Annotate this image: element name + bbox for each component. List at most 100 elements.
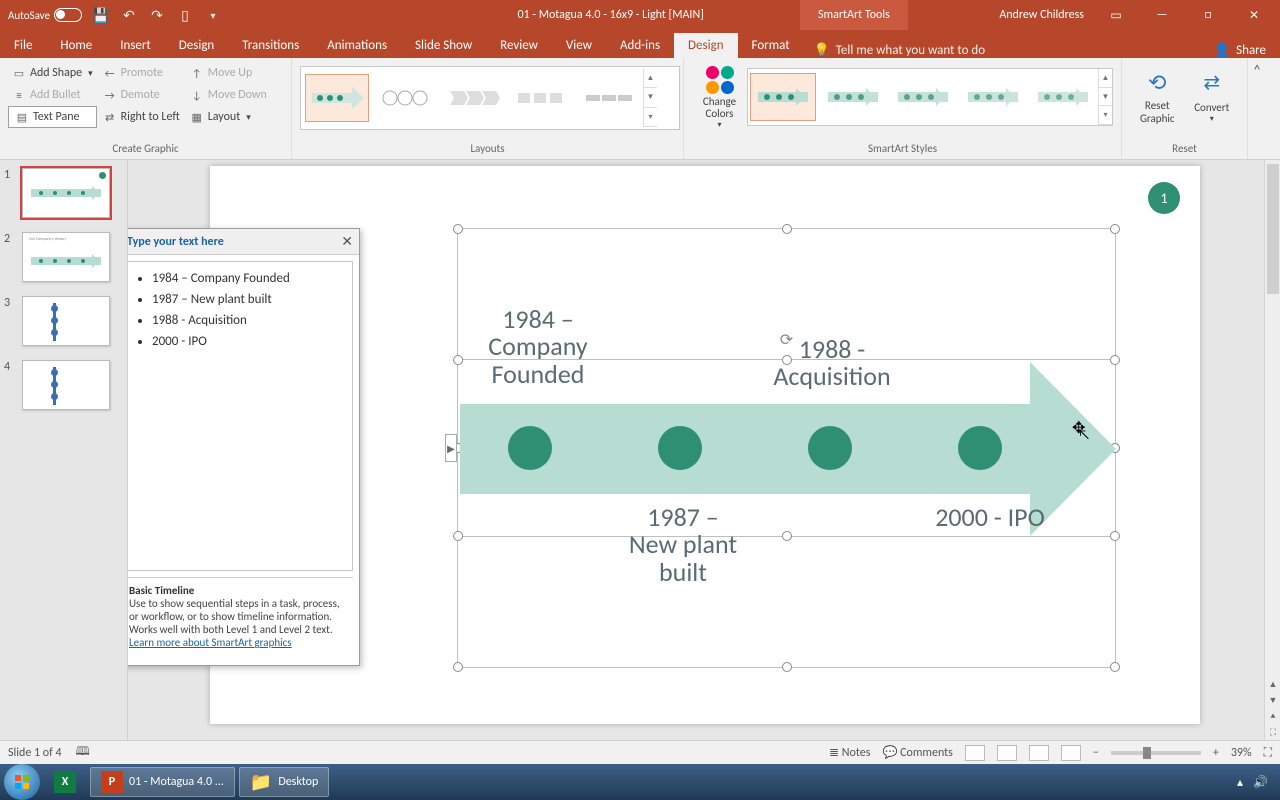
scroll-down-icon[interactable]: ▼: [1265, 692, 1280, 708]
style-option-3[interactable]: [890, 73, 956, 121]
vertical-scrollbar[interactable]: ▲ ▼ ⯅ ⛶: [1264, 160, 1280, 740]
start-button[interactable]: [4, 764, 40, 800]
zoom-level[interactable]: 39%: [1231, 746, 1252, 760]
redo-icon[interactable]: ↷: [148, 6, 166, 24]
tab-smartart-design[interactable]: Design: [674, 33, 737, 58]
slide-sorter-view-button[interactable]: [997, 745, 1017, 761]
textpane-item[interactable]: 2000 - IPO: [152, 331, 346, 352]
fit-to-window-icon[interactable]: ⛶: [1265, 724, 1280, 740]
style-option-2[interactable]: [820, 73, 886, 121]
tab-transitions[interactable]: Transitions: [228, 33, 313, 58]
style-option-4[interactable]: [960, 73, 1026, 121]
layout-option-3[interactable]: [441, 74, 505, 122]
smartart-timeline[interactable]: [460, 404, 1116, 494]
slideshow-view-button[interactable]: [1061, 745, 1081, 761]
collapse-ribbon-button[interactable]: ˄: [1248, 58, 1266, 159]
qat-customize-icon[interactable]: ▾: [204, 6, 222, 24]
timeline-dot-3[interactable]: [808, 426, 852, 470]
learn-more-link[interactable]: Learn more about SmartArt graphics: [129, 636, 292, 649]
timeline-label-3[interactable]: 1988 - Acquisition: [762, 336, 902, 391]
right-to-left-button[interactable]: ⇄Right to Left: [99, 106, 184, 128]
taskbar-powerpoint[interactable]: P01 - Motagua 4.0 ...: [90, 767, 235, 797]
taskbar-excel[interactable]: X: [44, 767, 86, 797]
scrollbar-thumb[interactable]: [1267, 164, 1279, 294]
timeline-dot-2[interactable]: [658, 426, 702, 470]
tab-design[interactable]: Design: [165, 33, 228, 58]
ribbon-display-options-icon[interactable]: ▭: [1096, 0, 1136, 30]
autosave-toggle[interactable]: AutoSave: [8, 8, 82, 22]
promote-button[interactable]: ←Promote: [99, 62, 184, 84]
change-colors-button[interactable]: Change Colors▾: [692, 62, 747, 130]
textpane-item[interactable]: 1984 – Company Founded: [152, 268, 346, 289]
tell-me-search[interactable]: 💡 Tell me what you want to do: [804, 43, 996, 58]
comments-button[interactable]: 💬 Comments: [882, 745, 952, 760]
normal-view-button[interactable]: [965, 745, 985, 761]
timeline-label-1[interactable]: 1984 – Company Founded: [478, 306, 598, 388]
tray-volume-icon[interactable]: 🔊: [1253, 775, 1268, 790]
zoom-out-button[interactable]: −: [1093, 746, 1099, 760]
textpane-item[interactable]: 1988 - Acquisition: [152, 310, 346, 331]
notes-button[interactable]: ≣ Notes: [829, 745, 870, 760]
reading-view-button[interactable]: [1029, 745, 1049, 761]
fit-slide-button[interactable]: ⛶: [1264, 746, 1272, 760]
layout-button[interactable]: ▦Layout▾: [186, 106, 271, 128]
save-icon[interactable]: 💾: [92, 6, 110, 24]
undo-icon[interactable]: ↶: [120, 6, 138, 24]
system-tray[interactable]: ▴ 🔊: [1237, 775, 1276, 790]
textpane-expand-tab[interactable]: ▶: [445, 434, 457, 462]
scroll-up-icon[interactable]: ▲: [1265, 676, 1280, 692]
layout-option-1[interactable]: [305, 74, 369, 122]
tab-slideshow[interactable]: Slide Show: [401, 33, 486, 58]
tab-insert[interactable]: Insert: [106, 33, 165, 58]
smartart-text-pane[interactable]: Type your text here ✕ 1984 – Company Fou…: [128, 228, 360, 666]
tab-animations[interactable]: Animations: [313, 33, 401, 58]
add-bullet-button[interactable]: ≡Add Bullet: [8, 84, 97, 106]
share-button[interactable]: 👤 Share: [1200, 43, 1280, 58]
styles-gallery-scroll[interactable]: ▲▼▾: [1098, 69, 1112, 125]
convert-button[interactable]: ⇄ Convert▾: [1185, 62, 1240, 130]
user-name[interactable]: Andrew Childress: [999, 8, 1084, 22]
demote-button[interactable]: →Demote: [99, 84, 184, 106]
add-shape-button[interactable]: ▭Add Shape▾: [8, 62, 97, 84]
present-from-beginning-icon[interactable]: ▯: [176, 6, 194, 24]
textpane-close-button[interactable]: ✕: [341, 233, 353, 250]
layout-option-2[interactable]: [373, 74, 437, 122]
text-pane-button[interactable]: ▤Text Pane: [8, 106, 97, 128]
tab-format[interactable]: Format: [738, 33, 804, 58]
tab-review[interactable]: Review: [486, 33, 552, 58]
accessibility-icon[interactable]: 🕮: [76, 742, 90, 763]
timeline-dot-1[interactable]: [508, 426, 552, 470]
layouts-gallery[interactable]: ▲▼▾: [300, 66, 680, 130]
tray-show-hidden-icon[interactable]: ▴: [1237, 775, 1243, 790]
slide-counter[interactable]: Slide 1 of 4: [8, 746, 62, 760]
close-button[interactable]: ✕: [1234, 0, 1274, 30]
tab-file[interactable]: File: [0, 33, 46, 58]
slide-thumbnail-3[interactable]: 3: [4, 296, 123, 346]
slide-thumbnail-1[interactable]: 1: [4, 168, 123, 218]
style-option-5[interactable]: [1030, 73, 1096, 121]
layout-option-5[interactable]: [577, 74, 641, 122]
move-down-button[interactable]: ↓Move Down: [186, 84, 271, 106]
timeline-label-2[interactable]: 1987 – New plant built: [623, 504, 743, 586]
tab-view[interactable]: View: [552, 33, 606, 58]
minimize-button[interactable]: —: [1142, 0, 1182, 30]
zoom-in-button[interactable]: +: [1213, 746, 1219, 760]
prev-slide-icon[interactable]: ⯅: [1265, 708, 1280, 724]
move-up-button[interactable]: ↑Move Up: [186, 62, 271, 84]
timeline-label-4[interactable]: 2000 - IPO: [920, 504, 1060, 531]
style-option-1[interactable]: [750, 73, 816, 121]
zoom-slider[interactable]: [1111, 751, 1201, 755]
slide-thumbnail-4[interactable]: 4: [4, 360, 123, 410]
layout-option-4[interactable]: [509, 74, 573, 122]
reset-graphic-button[interactable]: ⟲ Reset Graphic: [1130, 62, 1185, 130]
layouts-gallery-scroll[interactable]: ▲▼▾: [643, 69, 657, 127]
tab-home[interactable]: Home: [46, 33, 106, 58]
maximize-button[interactable]: □: [1188, 0, 1228, 30]
taskbar-desktop[interactable]: 📁Desktop: [239, 767, 329, 797]
textpane-body[interactable]: 1984 – Company Founded 1987 – New plant …: [128, 261, 353, 571]
textpane-item[interactable]: 1987 – New plant built: [152, 289, 346, 310]
tab-addins[interactable]: Add-ins: [606, 33, 674, 58]
slide-canvas[interactable]: 1 ⟳: [128, 160, 1280, 740]
smartart-styles-gallery[interactable]: ▲▼▾: [747, 68, 1113, 126]
slide-thumbnail-2[interactable]: 2 Our Company's History: [4, 232, 123, 282]
